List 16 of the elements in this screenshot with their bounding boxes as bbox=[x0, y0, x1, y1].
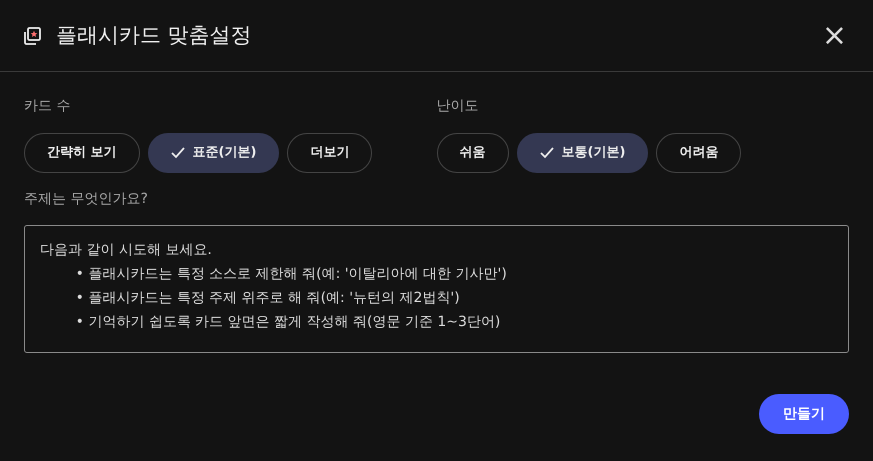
topic-label: 주제는 무엇인가요? bbox=[24, 190, 149, 209]
topic-field[interactable]: 다음과 같이 시도해 보세요. • 플래시카드는 특정 소스로 제한해 줘(예: '이탈리아에 대한 기사만') • 플래시카드는 특정 주제 위주로 해 줘(예: '뉴턴의 제2법칙') • 기억하기 쉽도록 카드 앞면은 짧게 작성해 줘(영문 기준 1~3단어) bbox=[24, 225, 849, 353]
option-chip[interactable]: 간략히 보기 bbox=[24, 133, 140, 173]
option-chip[interactable]: 보통(기본) bbox=[516, 133, 648, 173]
dialog-title: 플래시카드 맞춤설정 bbox=[56, 22, 253, 49]
check-icon bbox=[540, 147, 554, 159]
create-button[interactable]: 만들기 bbox=[759, 394, 849, 434]
group-label: 난이도 bbox=[436, 97, 480, 116]
group-label: 카드 수 bbox=[24, 97, 72, 116]
flashcards-icon bbox=[22, 26, 42, 46]
close-button[interactable]: × bbox=[818, 20, 851, 50]
check-icon bbox=[170, 147, 185, 159]
option-chip[interactable]: 쉬움 bbox=[436, 133, 508, 173]
option-chip[interactable]: 표준(기본) bbox=[148, 133, 280, 173]
option-chip[interactable]: 더보기 bbox=[287, 133, 372, 173]
option-chip[interactable]: 어려움 bbox=[656, 133, 742, 173]
